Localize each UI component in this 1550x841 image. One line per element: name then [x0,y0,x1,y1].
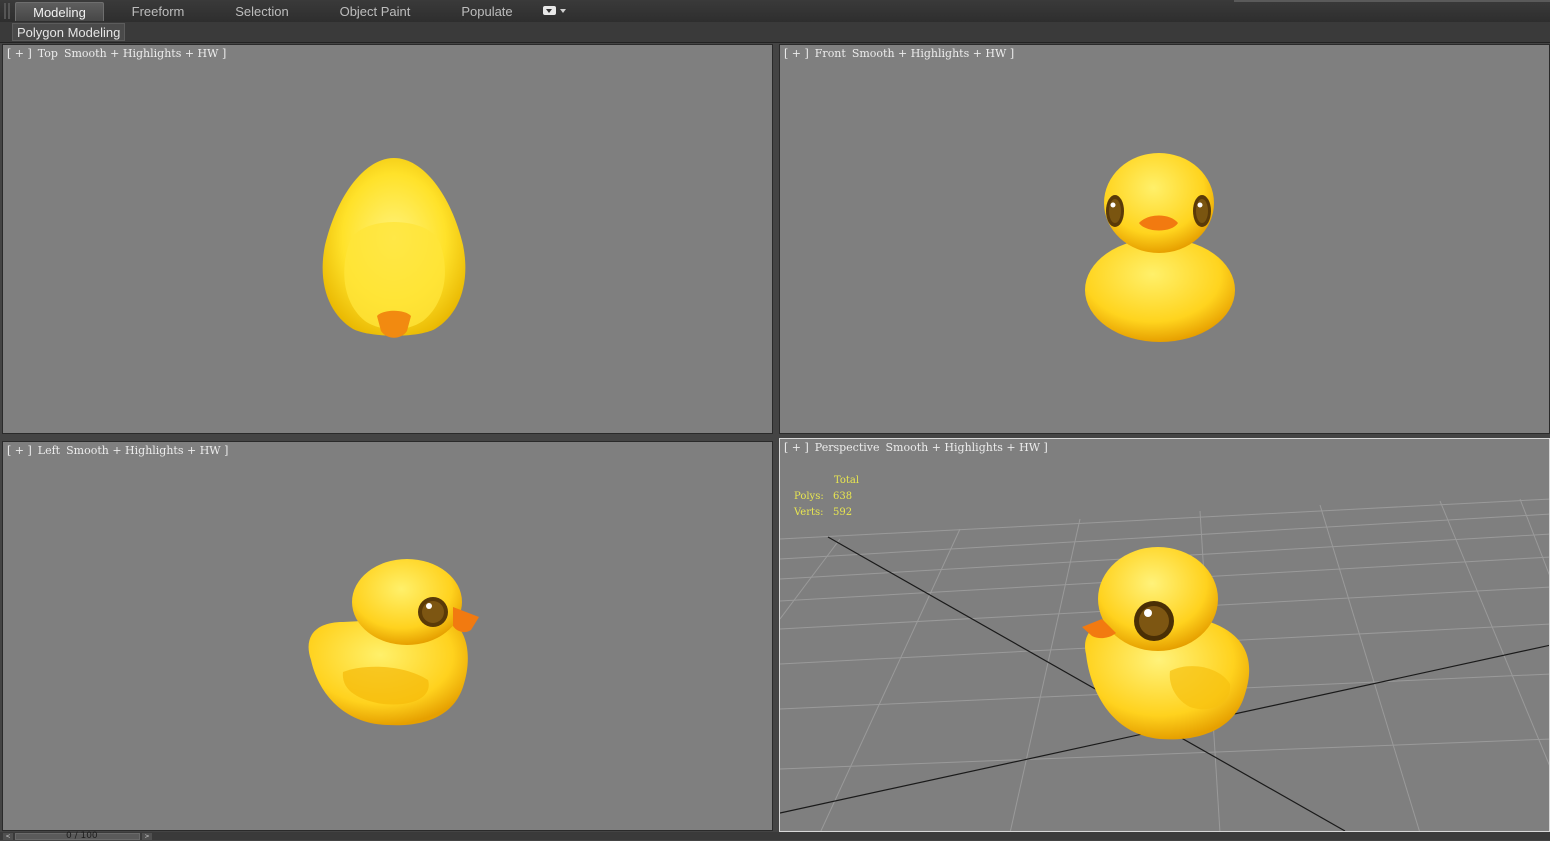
viewport-top[interactable]: [ + ] Top Smooth + Highlights + HW ] [2,44,773,434]
tab-object-paint[interactable]: Object Paint [330,2,420,21]
grid-x-axis [827,536,1346,831]
tab-modeling[interactable]: Modeling [15,2,104,21]
tab-selection[interactable]: Selection [224,2,300,21]
ribbon-options-icon [543,6,556,15]
perspective-scene [780,498,1549,831]
time-slider-bar: < 0 / 100 > [0,831,1550,841]
tab-populate[interactable]: Populate [452,2,522,21]
duck-model-front-view [1085,153,1235,342]
ribbon-grip-handle[interactable] [4,3,10,19]
viewport-front[interactable]: [ + ] Front Smooth + Highlights + HW ] [779,44,1550,434]
ribbon-tab-bar: Modeling Freeform Selection Object Paint… [0,0,1550,23]
duck-model-top-view [322,158,466,338]
polygon-modeling-panel-button[interactable]: Polygon Modeling [12,23,126,41]
duck-model-left-view [308,559,479,726]
time-next-button[interactable]: > [142,833,152,840]
viewport-perspective[interactable]: [ + ] Perspective Smooth + Highlights + HW… [779,438,1550,832]
ribbon-panel-bar: Polygon Modeling [0,22,1550,43]
ribbon-options-dropdown[interactable] [543,5,569,17]
ribbon-right-divider [1234,0,1550,2]
chevron-down-icon [560,9,566,13]
tab-freeform[interactable]: Freeform [120,2,196,21]
time-prev-button[interactable]: < [3,833,13,840]
viewport-left[interactable]: [ + ] Left Smooth + Highlights + HW ] [2,441,773,831]
time-slider[interactable]: 0 / 100 [15,831,140,841]
